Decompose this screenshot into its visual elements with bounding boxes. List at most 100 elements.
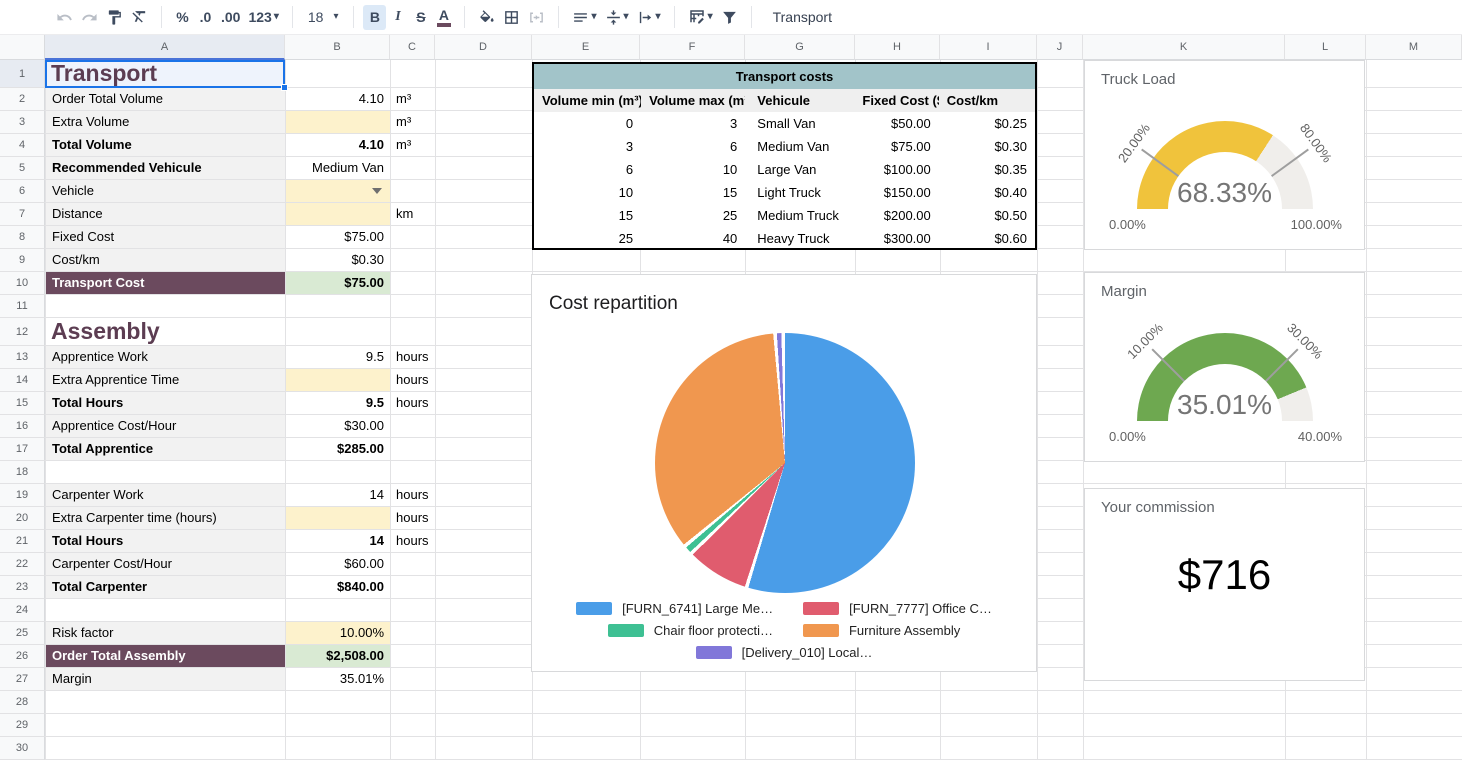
cell-C13[interactable]: hours xyxy=(391,346,435,368)
text-color-button[interactable]: A xyxy=(432,5,455,30)
fill-handle[interactable] xyxy=(281,84,288,91)
row-header-7[interactable]: 7 xyxy=(0,203,45,226)
cell-A26[interactable]: Order Total Assembly xyxy=(46,645,285,667)
cell-B27[interactable]: 35.01% xyxy=(286,668,390,690)
spreadsheet-grid[interactable]: ABCDEFGHIJKLM 12345678910111213141516171… xyxy=(0,35,1462,760)
percent-format-button[interactable]: % xyxy=(171,5,194,30)
row-header-8[interactable]: 8 xyxy=(0,226,45,249)
cell-C19[interactable]: hours xyxy=(391,484,435,506)
bold-button[interactable]: B xyxy=(363,5,386,30)
cell-C4[interactable]: m³ xyxy=(391,134,435,156)
cell-C15[interactable]: hours xyxy=(391,392,435,414)
cell-B9[interactable]: $0.30 xyxy=(286,249,390,271)
cell-C3[interactable]: m³ xyxy=(391,111,435,133)
column-header-D[interactable]: D xyxy=(435,35,532,60)
row-header-20[interactable]: 20 xyxy=(0,507,45,530)
cell-A6[interactable]: Vehicle xyxy=(46,180,285,202)
cell-B7[interactable] xyxy=(286,203,390,225)
increase-decimal-button[interactable]: .00 xyxy=(217,5,244,30)
row-header-11[interactable]: 11 xyxy=(0,295,45,318)
column-header-C[interactable]: C xyxy=(390,35,435,60)
decrease-decimal-button[interactable]: .0 xyxy=(194,5,217,30)
row-header-17[interactable]: 17 xyxy=(0,438,45,461)
italic-button[interactable]: I xyxy=(386,5,409,30)
cell-B16[interactable]: $30.00 xyxy=(286,415,390,437)
select-all-corner[interactable] xyxy=(0,35,45,60)
row-header-22[interactable]: 22 xyxy=(0,553,45,576)
cell-A2[interactable]: Order Total Volume xyxy=(46,88,285,110)
cell-A12[interactable]: Assembly xyxy=(46,318,285,345)
cell-A10[interactable]: Transport Cost xyxy=(46,272,285,294)
fill-color-icon[interactable] xyxy=(474,5,499,30)
truck-load-gauge[interactable]: Truck Load 68.33% 0.00% 100.00% 20.00%80… xyxy=(1084,60,1365,250)
cost-repartition-chart[interactable]: Cost repartition [FURN_6741] Large Me…[F… xyxy=(531,274,1037,672)
cell-C2[interactable]: m³ xyxy=(391,88,435,110)
row-header-13[interactable]: 13 xyxy=(0,346,45,369)
vertical-align-button[interactable]: ▾ xyxy=(601,5,633,30)
number-format-button[interactable]: 123 ▾ xyxy=(244,5,282,30)
row-header-4[interactable]: 4 xyxy=(0,134,45,157)
column-header-K[interactable]: K xyxy=(1083,35,1285,60)
cell-A9[interactable]: Cost/km xyxy=(46,249,285,271)
cell-A25[interactable]: Risk factor xyxy=(46,622,285,644)
merge-cells-icon[interactable] xyxy=(524,5,549,30)
cell-A17[interactable]: Total Apprentice xyxy=(46,438,285,460)
row-header-12[interactable]: 12 xyxy=(0,318,45,346)
paint-format-icon[interactable] xyxy=(102,5,127,30)
cell-B19[interactable]: 14 xyxy=(286,484,390,506)
column-header-J[interactable]: J xyxy=(1037,35,1083,60)
cell-A13[interactable]: Apprentice Work xyxy=(46,346,285,368)
undo-icon[interactable] xyxy=(52,5,77,30)
cell-C21[interactable]: hours xyxy=(391,530,435,552)
cell-A23[interactable]: Total Carpenter xyxy=(46,576,285,598)
column-header-G[interactable]: G xyxy=(745,35,855,60)
cell-B4[interactable]: 4.10 xyxy=(286,134,390,156)
cell-A15[interactable]: Total Hours xyxy=(46,392,285,414)
column-header-H[interactable]: H xyxy=(855,35,940,60)
table-tools-button[interactable]: ▾ xyxy=(684,5,717,30)
cell-B21[interactable]: 14 xyxy=(286,530,390,552)
cell-B15[interactable]: 9.5 xyxy=(286,392,390,414)
font-size-select[interactable]: 18 ▾ xyxy=(302,5,345,30)
row-header-23[interactable]: 23 xyxy=(0,576,45,599)
cell-A16[interactable]: Apprentice Cost/Hour xyxy=(46,415,285,437)
row-header-5[interactable]: 5 xyxy=(0,157,45,180)
cell-C14[interactable]: hours xyxy=(391,369,435,391)
text-wrap-button[interactable]: ▾ xyxy=(633,5,665,30)
column-header-B[interactable]: B xyxy=(285,35,390,60)
cell-A8[interactable]: Fixed Cost xyxy=(46,226,285,248)
cell-A4[interactable]: Total Volume xyxy=(46,134,285,156)
cell-B8[interactable]: $75.00 xyxy=(286,226,390,248)
cell-A22[interactable]: Carpenter Cost/Hour xyxy=(46,553,285,575)
row-header-28[interactable]: 28 xyxy=(0,691,45,714)
row-header-1[interactable]: 1 xyxy=(0,60,45,88)
column-header-E[interactable]: E xyxy=(532,35,640,60)
row-header-21[interactable]: 21 xyxy=(0,530,45,553)
margin-gauge[interactable]: Margin 35.01% 0.00% 40.00% 10.00%30.00% xyxy=(1084,272,1365,462)
cell-B22[interactable]: $60.00 xyxy=(286,553,390,575)
cell-A21[interactable]: Total Hours xyxy=(46,530,285,552)
commission-scorecard[interactable]: Your commission $716 xyxy=(1084,488,1365,681)
row-header-29[interactable]: 29 xyxy=(0,714,45,737)
cell-A27[interactable]: Margin xyxy=(46,668,285,690)
dropdown-arrow-icon[interactable] xyxy=(372,188,382,194)
cell-B13[interactable]: 9.5 xyxy=(286,346,390,368)
row-header-2[interactable]: 2 xyxy=(0,88,45,111)
filter-icon[interactable] xyxy=(717,5,742,30)
row-header-16[interactable]: 16 xyxy=(0,415,45,438)
row-header-19[interactable]: 19 xyxy=(0,484,45,507)
row-header-18[interactable]: 18 xyxy=(0,461,45,484)
cell-A3[interactable]: Extra Volume xyxy=(46,111,285,133)
redo-icon[interactable] xyxy=(77,5,102,30)
selected-cell-outline[interactable] xyxy=(45,60,285,88)
cell-B10[interactable]: $75.00 xyxy=(286,272,390,294)
cell-A19[interactable]: Carpenter Work xyxy=(46,484,285,506)
column-header-L[interactable]: L xyxy=(1285,35,1366,60)
row-header-3[interactable]: 3 xyxy=(0,111,45,134)
row-header-25[interactable]: 25 xyxy=(0,622,45,645)
row-header-9[interactable]: 9 xyxy=(0,249,45,272)
row-header-14[interactable]: 14 xyxy=(0,369,45,392)
cell-A14[interactable]: Extra Apprentice Time xyxy=(46,369,285,391)
row-header-27[interactable]: 27 xyxy=(0,668,45,691)
transport-costs-table[interactable]: Transport costs Volume min (m³)Volume ma… xyxy=(532,62,1037,250)
